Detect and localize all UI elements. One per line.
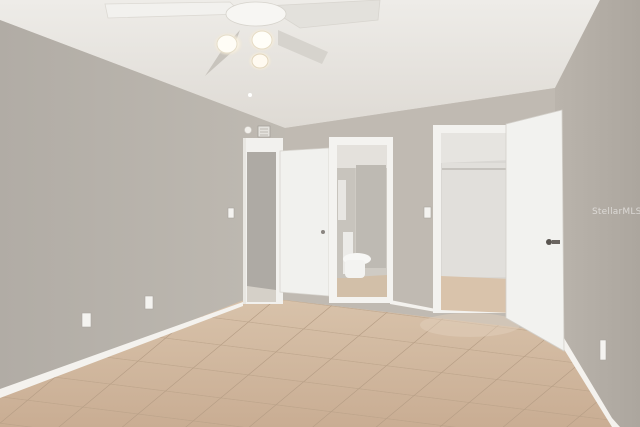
bathroom-doorway — [329, 137, 393, 303]
smoke-detector — [244, 126, 252, 134]
wall-outlet-left — [81, 312, 92, 328]
bedroom-door[interactable] — [505, 109, 565, 352]
wall-outlet-middle — [144, 295, 154, 310]
closet-doorway — [243, 138, 283, 304]
watermark: StellarMLS — [592, 207, 640, 217]
air-vent — [257, 125, 271, 138]
wall-outlet-right — [599, 339, 607, 361]
light-switch-right[interactable] — [423, 206, 432, 219]
light-switch[interactable] — [227, 207, 235, 219]
walk-in-closet-doorway — [433, 125, 517, 313]
bedroom-photo: StellarMLS — [0, 0, 640, 427]
closet-door[interactable] — [279, 147, 330, 297]
